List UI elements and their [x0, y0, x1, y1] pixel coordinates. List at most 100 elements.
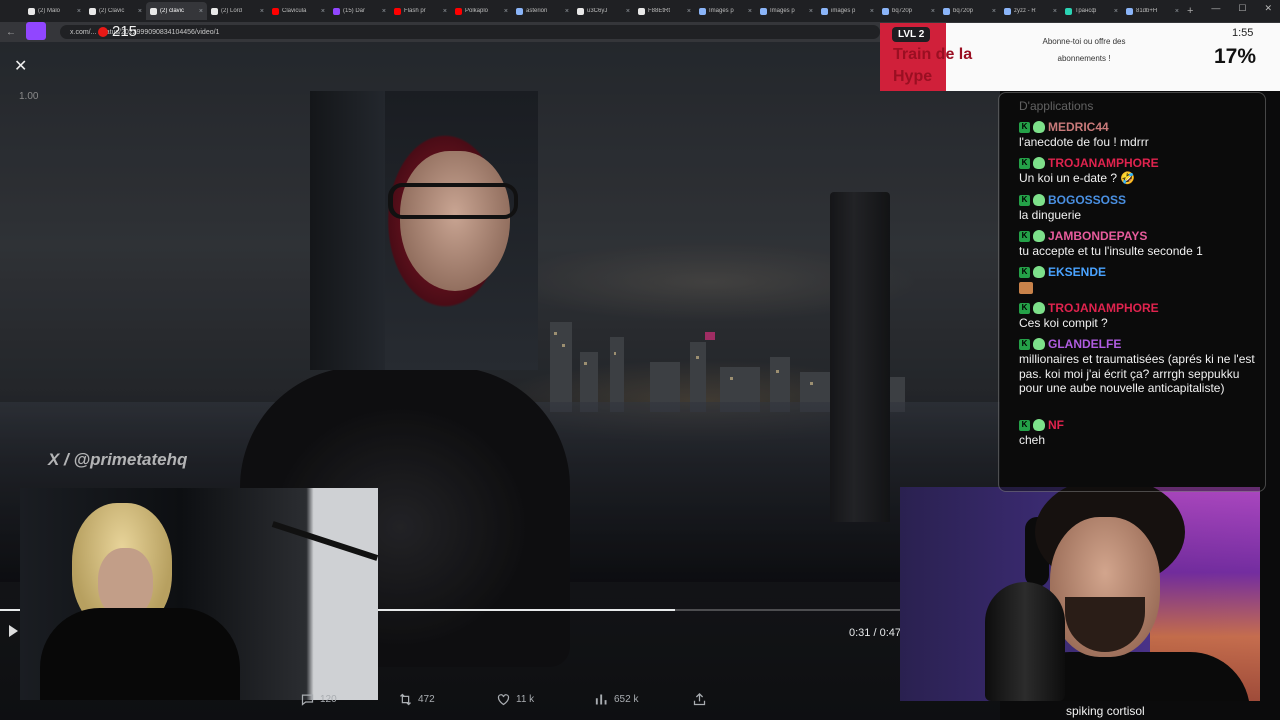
url-field[interactable]: x.com/... /status/2022999090834104456/vi… — [60, 25, 880, 39]
tab-label: bq720p — [892, 8, 913, 14]
chat-message: K MEDRIC44 l'anecdote de fou ! mdrrr — [1019, 119, 1257, 150]
tab-close-icon[interactable]: × — [870, 8, 874, 15]
skull-badge-icon — [1033, 157, 1045, 169]
tab-close-icon[interactable]: × — [260, 8, 264, 15]
play-icon[interactable] — [9, 625, 18, 637]
tab-favicon-icon — [333, 7, 340, 15]
tab-favicon-icon — [89, 7, 96, 15]
tab-close-icon[interactable]: × — [992, 8, 996, 15]
tab-close-icon[interactable]: × — [321, 8, 325, 15]
tab-label: Clavicula — [282, 8, 307, 14]
close-window-icon[interactable]: ✕ — [1264, 3, 1272, 14]
tab-close-icon[interactable]: × — [382, 8, 386, 15]
tab-close-icon[interactable]: × — [504, 8, 508, 15]
browser-tab[interactable]: zyzz - R × — [1000, 2, 1061, 20]
browser-tab[interactable]: (2) Malo × — [24, 2, 85, 20]
tab-close-icon[interactable]: × — [809, 8, 813, 15]
chat-message: K NF cheh — [1019, 417, 1257, 448]
tab-label: Images p — [709, 8, 734, 14]
tab-favicon-icon — [394, 7, 401, 15]
reply-button[interactable]: 120 — [300, 692, 398, 707]
chat-message: K JAMBONDEPAYS tu accepte et tu l'insulte … — [1019, 228, 1257, 259]
tab-favicon-icon — [28, 7, 35, 15]
action-count: 652 k — [614, 694, 639, 705]
chat-username[interactable]: NF — [1048, 418, 1064, 433]
browser-tab[interactable]: Flash pr × — [390, 2, 451, 20]
chat-username[interactable]: JAMBONDEPAYS — [1048, 229, 1147, 244]
close-icon[interactable]: ✕ — [14, 56, 27, 76]
new-tab-icon[interactable]: + — [1187, 5, 1201, 17]
browser-tab[interactable]: Images p × — [756, 2, 817, 20]
browser-tab[interactable]: (2) Lord × — [207, 2, 268, 20]
chat-message: K TROJANAMPHORE Un koi un e-date ? 🤣 — [1019, 155, 1257, 186]
chat-text: l'anecdote de fou ! mdrrr — [1019, 135, 1149, 149]
cam-body — [40, 608, 240, 700]
maximize-icon[interactable]: ☐ — [1238, 3, 1246, 14]
sub-badge-icon: K — [1019, 302, 1030, 314]
browser-tab[interactable]: Трансф × — [1061, 2, 1122, 20]
chat-username[interactable]: BOGOSSOSS — [1048, 193, 1126, 208]
tab-close-icon[interactable]: × — [77, 8, 81, 15]
browser-tab[interactable]: bq720p × — [939, 2, 1000, 20]
browser-tab[interactable]: 81db+H × — [1122, 2, 1183, 20]
tab-favicon-icon — [577, 7, 584, 15]
chat-text: tu accepte et tu l'insulte seconde 1 — [1019, 244, 1203, 258]
playback-speed[interactable]: 1.00 — [19, 91, 38, 102]
tab-close-icon[interactable]: × — [138, 8, 142, 15]
heart-button[interactable]: 11 k — [496, 692, 594, 707]
chat-username[interactable]: TROJANAMPHORE — [1048, 156, 1159, 171]
browser-tab[interactable]: Polkaplo × — [451, 2, 512, 20]
browser-tab[interactable]: bq720p × — [878, 2, 939, 20]
tab-close-icon[interactable]: × — [1114, 8, 1118, 15]
browser-tab[interactable]: (2) Clavic × — [85, 2, 146, 20]
chat-username[interactable]: MEDRIC44 — [1048, 120, 1109, 135]
browser-tab[interactable]: (2) clavic × — [146, 2, 207, 20]
tab-close-icon[interactable]: × — [1053, 8, 1057, 15]
hype-train-message: Abonne-toi ou offre des abonnements ! — [1022, 33, 1146, 67]
chat-text: la dinguerie — [1019, 208, 1082, 222]
share-button[interactable] — [692, 692, 790, 707]
tab-favicon-icon — [943, 7, 950, 15]
browser-tab[interactable]: u3C6yJ × — [573, 2, 634, 20]
window-controls[interactable]: — ☐ ✕ — [1211, 3, 1272, 14]
tab-close-icon[interactable]: × — [687, 8, 691, 15]
tab-favicon-icon — [760, 7, 767, 15]
views-button[interactable]: 652 k — [594, 692, 692, 707]
tab-close-icon[interactable]: × — [565, 8, 569, 15]
tab-label: (2) Clavic — [99, 8, 125, 14]
tab-close-icon[interactable]: × — [443, 8, 447, 15]
skull-badge-icon — [1033, 121, 1045, 133]
chat-username[interactable]: EKSENDE — [1048, 265, 1106, 280]
webcam-guest-left — [20, 488, 378, 700]
tab-label: (2) clavic — [160, 8, 185, 14]
browser-tab[interactable]: F88EtRt × — [634, 2, 695, 20]
browser-tab[interactable]: asterion × — [512, 2, 573, 20]
tab-close-icon[interactable]: × — [1175, 8, 1179, 15]
browser-tab[interactable]: images p × — [817, 2, 878, 20]
minimize-icon[interactable]: — — [1211, 3, 1220, 14]
chat-username[interactable]: GLANDELFE — [1048, 337, 1121, 352]
tab-label: Images p — [770, 8, 795, 14]
tab-close-icon[interactable]: × — [748, 8, 752, 15]
webcam-streamer — [900, 487, 1260, 701]
chat-text: millionaires et traumatisées (aprés ki n… — [1019, 352, 1255, 395]
tab-close-icon[interactable]: × — [626, 8, 630, 15]
tab-label: (2) Lord — [221, 8, 243, 14]
retweet-button[interactable]: 472 — [398, 692, 496, 707]
back-icon[interactable]: ← — [6, 27, 24, 38]
skull-badge-icon — [1033, 230, 1045, 242]
sub-badge-icon: K — [1019, 338, 1030, 350]
tab-close-icon[interactable]: × — [199, 8, 203, 15]
tab-label: Flash pr — [404, 8, 426, 14]
browser-tab[interactable]: Images p × — [695, 2, 756, 20]
cam-glasses — [388, 183, 518, 219]
tab-label: (15) Dar — [343, 8, 366, 14]
skull-badge-icon — [1033, 302, 1045, 314]
browser-tab[interactable]: Clavicula × — [268, 2, 329, 20]
tab-close-icon[interactable]: × — [931, 8, 935, 15]
chat-message-header: K NF — [1019, 417, 1257, 433]
tweet-actions: 120 472 11 k 652 k — [300, 692, 790, 707]
chat-username[interactable]: TROJANAMPHORE — [1048, 301, 1159, 316]
chat-emote-icon — [1019, 282, 1033, 294]
browser-tab[interactable]: (15) Dar × — [329, 2, 390, 20]
